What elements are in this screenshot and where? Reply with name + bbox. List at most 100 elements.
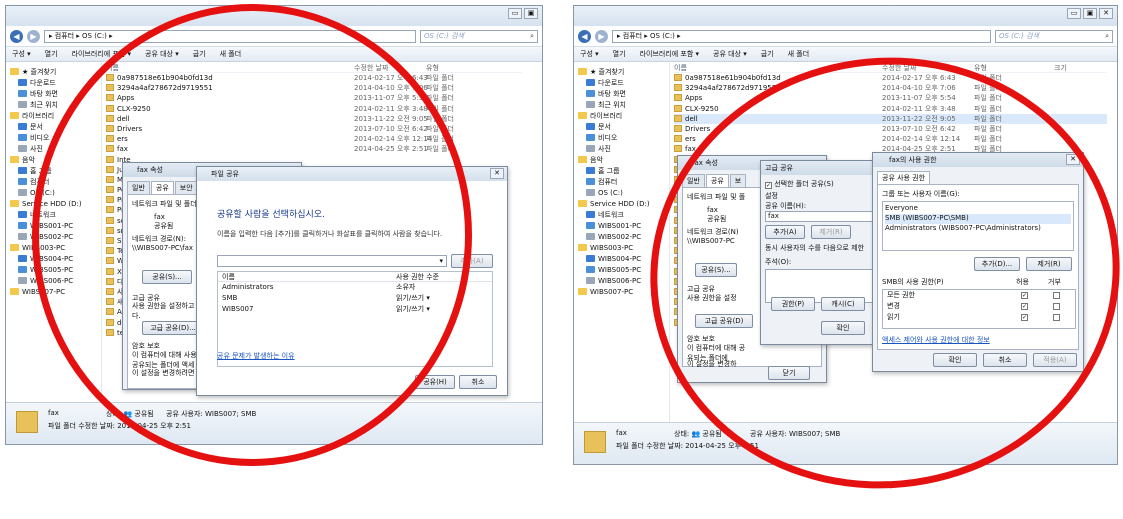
nav-item[interactable]: 사진 (10, 144, 101, 155)
file-row[interactable]: dell 2013-11-22 오전 9:05 파일 폴더 (674, 113, 1107, 124)
share-row[interactable]: WIBS007 읽기/쓰기 ▾ (218, 304, 492, 315)
close-button[interactable]: 닫기 (768, 366, 810, 380)
minimize-icon[interactable]: ▭ (1067, 8, 1081, 19)
nav-item[interactable]: WIBS005-PC (578, 265, 669, 276)
nav-item[interactable]: WIBS006-PC (10, 276, 101, 287)
share-row[interactable]: SMB 읽기/쓰기 ▾ (218, 293, 492, 304)
toolbar-item[interactable]: 굽기 (193, 49, 206, 59)
maximize-icon[interactable]: ▣ (524, 8, 538, 19)
advanced-share-button[interactable]: 고급 공유(D)... (142, 321, 204, 335)
nav-item[interactable]: 바탕 화면 (578, 89, 669, 100)
file-row[interactable]: ers 2014-02-14 오후 12:14 파일 폴더 (674, 134, 1107, 144)
forward-button[interactable]: ▶ (27, 29, 40, 43)
allow-checkbox[interactable]: ✓ (1021, 303, 1028, 310)
close-icon[interactable]: ✕ (1099, 8, 1113, 19)
password-change-link[interactable]: 이 설정을 변경하 (687, 359, 737, 369)
column-name[interactable]: 이름 (106, 64, 119, 72)
cancel-button[interactable]: 취소 (983, 353, 1027, 367)
minimize-icon[interactable]: ▭ (508, 8, 522, 19)
nav-item[interactable]: WIBS002-PC (578, 232, 669, 243)
nav-item[interactable]: 네트워크 (10, 210, 101, 221)
nav-item[interactable]: 다운로드 (10, 78, 101, 89)
nav-item[interactable]: 음악 (10, 155, 101, 166)
help-link[interactable]: 공유 문제가 발생하는 이유 (217, 351, 295, 361)
nav-item[interactable]: 컴퓨터 (578, 177, 669, 188)
nav-item[interactable]: WIBS003-PC (10, 243, 101, 254)
back-button[interactable]: ◀ (10, 29, 23, 43)
nav-item[interactable]: 문서 (10, 122, 101, 133)
share-name-input[interactable]: fax (765, 211, 873, 222)
search-input[interactable]: OS (C:) 검색 ⌕ (420, 29, 538, 43)
user-item[interactable]: Administrators (WIBS007-PC\Administrator… (885, 224, 1071, 234)
nav-item[interactable]: 최근 위치 (578, 100, 669, 111)
nav-item[interactable]: OS (C:) (578, 188, 669, 199)
file-row[interactable]: fax 2014-04-25 오후 2:51 파일 폴더 (106, 144, 522, 154)
toolbar-item[interactable]: 열기 (45, 49, 58, 59)
nav-item[interactable]: 홈 그룹 (578, 166, 669, 177)
tab-security[interactable]: 보안 (174, 181, 198, 194)
tab-general[interactable]: 일반 (682, 174, 705, 187)
nav-item[interactable]: ★ 즐겨찾기 (10, 67, 101, 78)
search-input[interactable]: OS (C:) 검색 ⌕ (995, 29, 1113, 43)
file-row[interactable]: Apps 2013-11-07 오후 5:54 파일 폴더 (674, 93, 1107, 103)
nav-item[interactable]: WIBS002-PC (10, 232, 101, 243)
nav-item[interactable]: 컴퓨터 (10, 177, 101, 188)
user-item[interactable]: Everyone (885, 204, 1071, 214)
permission-level[interactable]: 소유자 (396, 282, 415, 293)
toolbar-item[interactable]: 구성 ▾ (12, 49, 31, 59)
column-type[interactable]: 유형 (426, 63, 439, 73)
permission-level[interactable]: 읽기/쓰기 ▾ (396, 304, 430, 315)
deny-checkbox[interactable] (1053, 292, 1060, 299)
deny-checkbox[interactable] (1053, 314, 1060, 321)
toolbar-item[interactable]: 새 폴더 (788, 49, 810, 59)
share-row[interactable]: Administrators 소유자 (218, 282, 492, 293)
nav-item[interactable]: WIBS004-PC (578, 254, 669, 265)
add-user-button[interactable]: 추가(D)... (974, 257, 1020, 271)
chevron-down-icon[interactable]: ▾ (439, 257, 443, 265)
forward-button[interactable]: ▶ (595, 29, 608, 43)
nav-item[interactable]: 바탕 화면 (10, 89, 101, 100)
nav-item[interactable]: 라이브러리 (578, 111, 669, 122)
file-row[interactable]: CLX-9250 2014-02-11 오후 3:48 파일 폴더 (106, 104, 522, 114)
toolbar-item[interactable]: 새 폴더 (220, 49, 242, 59)
permissions-button[interactable]: 권한(P) (771, 297, 815, 311)
nav-item[interactable]: 라이브러리 (10, 111, 101, 122)
toolbar-item[interactable]: 라이브러리에 포함 ▾ (640, 49, 699, 59)
tab-share-permissions[interactable]: 공유 사용 권한 (877, 171, 931, 184)
help-link[interactable]: 액세스 제어와 사용 권한에 대한 정보 (882, 335, 990, 345)
column-type[interactable]: 유형 (974, 63, 987, 73)
permission-level[interactable]: 읽기/쓰기 ▾ (396, 293, 430, 304)
cancel-button[interactable]: 취소 (459, 375, 497, 389)
user-input[interactable]: ▾ (217, 255, 447, 267)
allow-checkbox[interactable]: ✓ (1021, 314, 1028, 321)
toolbar-item[interactable]: 굽기 (761, 49, 774, 59)
share-button[interactable]: 공유(H) (415, 375, 455, 389)
nav-item[interactable]: 비디오 (10, 133, 101, 144)
file-row[interactable]: Drivers 2013-07-10 오전 6:42 파일 폴더 (106, 124, 522, 134)
column-name[interactable]: 이름 (674, 64, 687, 72)
address-bar[interactable]: ▸ 컴퓨터 ▸ OS (C:) ▸ (44, 29, 416, 43)
column-date[interactable]: 수정한 날짜 (882, 63, 916, 73)
nav-item[interactable]: WIBS005-PC (10, 265, 101, 276)
nav-item[interactable]: WIBS004-PC (10, 254, 101, 265)
file-row[interactable]: CLX-9250 2014-02-11 오후 3:48 파일 폴더 (674, 104, 1107, 114)
share-button[interactable]: 공유(S)... (142, 270, 192, 284)
file-row[interactable]: Apps 2013-11-07 오후 5:54 파일 폴더 (106, 93, 522, 103)
back-button[interactable]: ◀ (578, 29, 591, 43)
allow-checkbox[interactable]: ✓ (1021, 292, 1028, 299)
ok-button[interactable]: 확인 (821, 321, 865, 335)
nav-item[interactable]: WIBS001-PC (578, 221, 669, 232)
nav-item[interactable]: OS (C:) (10, 188, 101, 199)
file-row[interactable]: 0a987518e61b904b0fd13d 2014-02-17 오후 6:43… (106, 73, 522, 83)
nav-item[interactable]: Service HDD (D:) (578, 199, 669, 210)
toolbar-item[interactable]: 구성 ▾ (580, 49, 599, 59)
tab-sharing[interactable]: 공유 (705, 174, 729, 187)
nav-item[interactable]: 음악 (578, 155, 669, 166)
nav-item[interactable]: ★ 즐겨찾기 (578, 67, 669, 78)
advanced-share-button[interactable]: 고급 공유(D) (695, 314, 753, 328)
file-row[interactable]: 3294a4af278672d9719551 2014-04-10 오후 7:06… (106, 83, 522, 93)
deny-checkbox[interactable] (1053, 303, 1060, 310)
add-button[interactable]: 추가(A) (765, 225, 805, 239)
nav-item[interactable]: WIBS007-PC (10, 287, 101, 298)
nav-item[interactable]: 사진 (578, 144, 669, 155)
